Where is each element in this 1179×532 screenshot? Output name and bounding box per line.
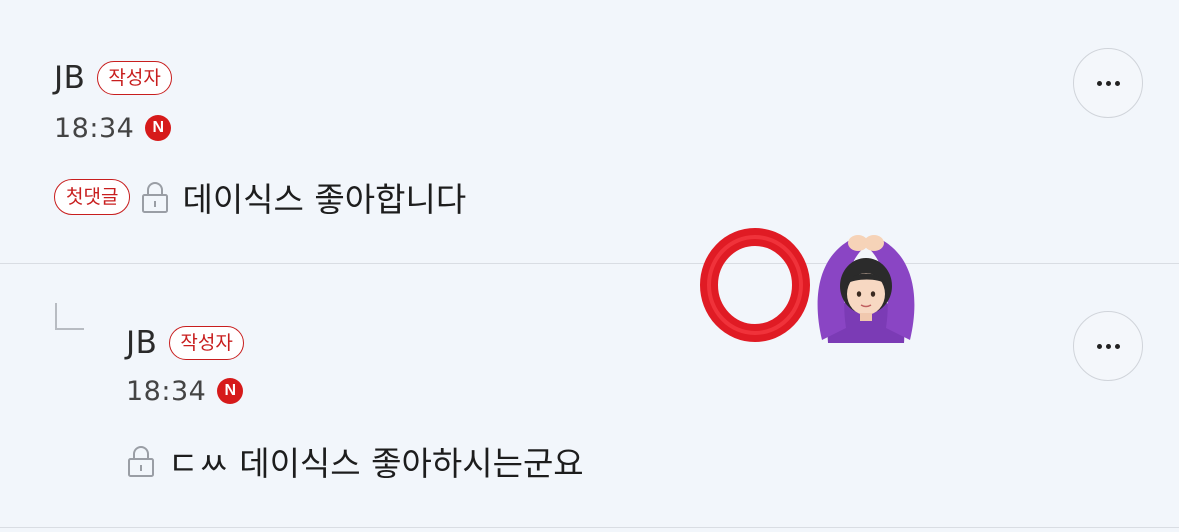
first-comment-badge: 첫댓글 — [54, 179, 131, 215]
reply-arrow-icon — [54, 303, 86, 331]
author-name[interactable]: JB — [54, 60, 85, 96]
lock-icon — [126, 444, 156, 478]
comment-text: 데이식스 좋아합니다 — [182, 180, 467, 219]
comment-time-row: 18:34 N — [54, 112, 172, 144]
author-badge: 작성자 — [169, 326, 244, 360]
comment-time: 18:34 — [54, 112, 135, 144]
comment-author-row: JB 작성자 — [54, 58, 172, 98]
author-name[interactable]: JB — [126, 325, 157, 361]
lock-icon — [140, 180, 170, 214]
more-options-button[interactable] — [1073, 311, 1143, 381]
comment-item: JB 작성자 18:34 N 첫댓글 데이식스 좋아합니다 — [0, 0, 1179, 264]
red-circle-o-emoji — [700, 228, 810, 342]
reply-comment-item: JB 작성자 18:34 N ㄷㅆ 데이식스 좋아하시는군요 — [0, 265, 1179, 528]
comment-time-row: 18:34 N — [126, 375, 244, 407]
new-badge: N — [145, 115, 172, 141]
more-options-button[interactable] — [1073, 48, 1143, 118]
comment-author-row: JB 작성자 — [126, 323, 244, 363]
person-gesturing-ok-emoji — [817, 235, 915, 343]
ok-gesture-emoji-overlay — [700, 228, 925, 343]
comment-body-row: ㄷㅆ 데이식스 좋아하시는군요 — [126, 439, 584, 483]
comment-body-row: 첫댓글 데이식스 좋아합니다 — [54, 175, 466, 219]
comment-time: 18:34 — [126, 375, 207, 407]
more-dots-icon — [1096, 343, 1120, 349]
more-dots-icon — [1096, 80, 1120, 86]
comment-text: ㄷㅆ 데이식스 좋아하시는군요 — [168, 444, 584, 483]
author-badge: 작성자 — [97, 61, 172, 95]
new-badge: N — [217, 378, 244, 404]
